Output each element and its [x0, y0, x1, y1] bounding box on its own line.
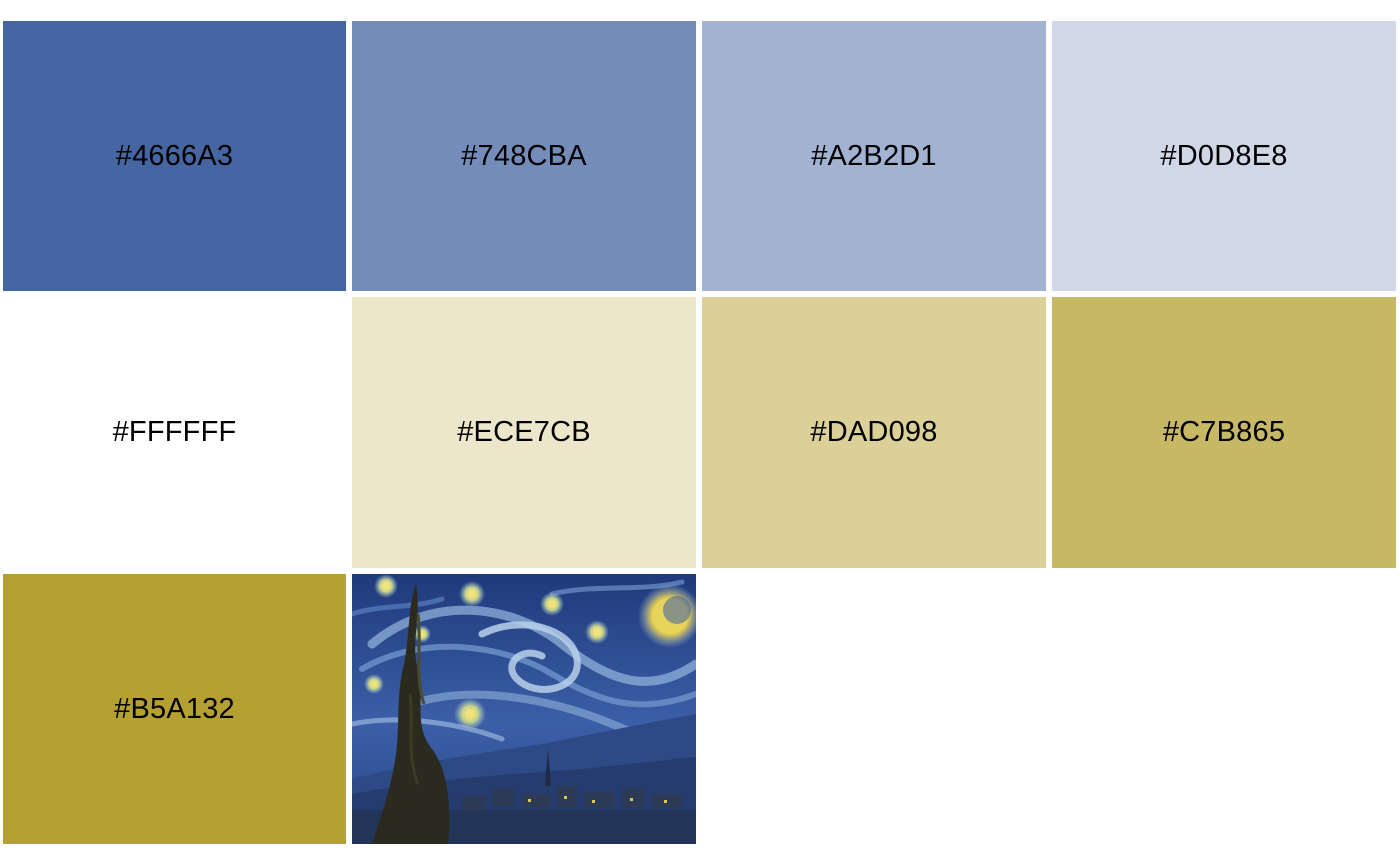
swatch-label: #C7B865	[1162, 416, 1286, 448]
swatch-label: #FFFFFF	[112, 416, 237, 448]
swatch-label: #D0D8E8	[1160, 139, 1288, 172]
swatch-label: #A2B2D1	[811, 139, 937, 172]
swatch-7: #DAD098	[702, 297, 1046, 568]
swatch-3: #A2B2D1	[702, 21, 1046, 291]
swatch-label: #DAD098	[810, 416, 938, 448]
swatch-label: #B5A132	[114, 692, 235, 725]
swatch-9: #B5A132	[3, 574, 346, 844]
swatch-8: #C7B865	[1052, 297, 1396, 568]
swatch-label: #4666A3	[115, 139, 234, 172]
swatch-5: #FFFFFF	[3, 297, 346, 568]
swatch-label: #ECE7CB	[457, 416, 591, 448]
swatch-label: #748CBA	[461, 139, 587, 172]
swatch-2: #748CBA	[352, 21, 696, 291]
starry-night-painting-icon	[352, 574, 696, 844]
swatch-4: #D0D8E8	[1052, 21, 1396, 291]
swatch-1: #4666A3	[3, 21, 346, 291]
swatch-6: #ECE7CB	[352, 297, 696, 568]
